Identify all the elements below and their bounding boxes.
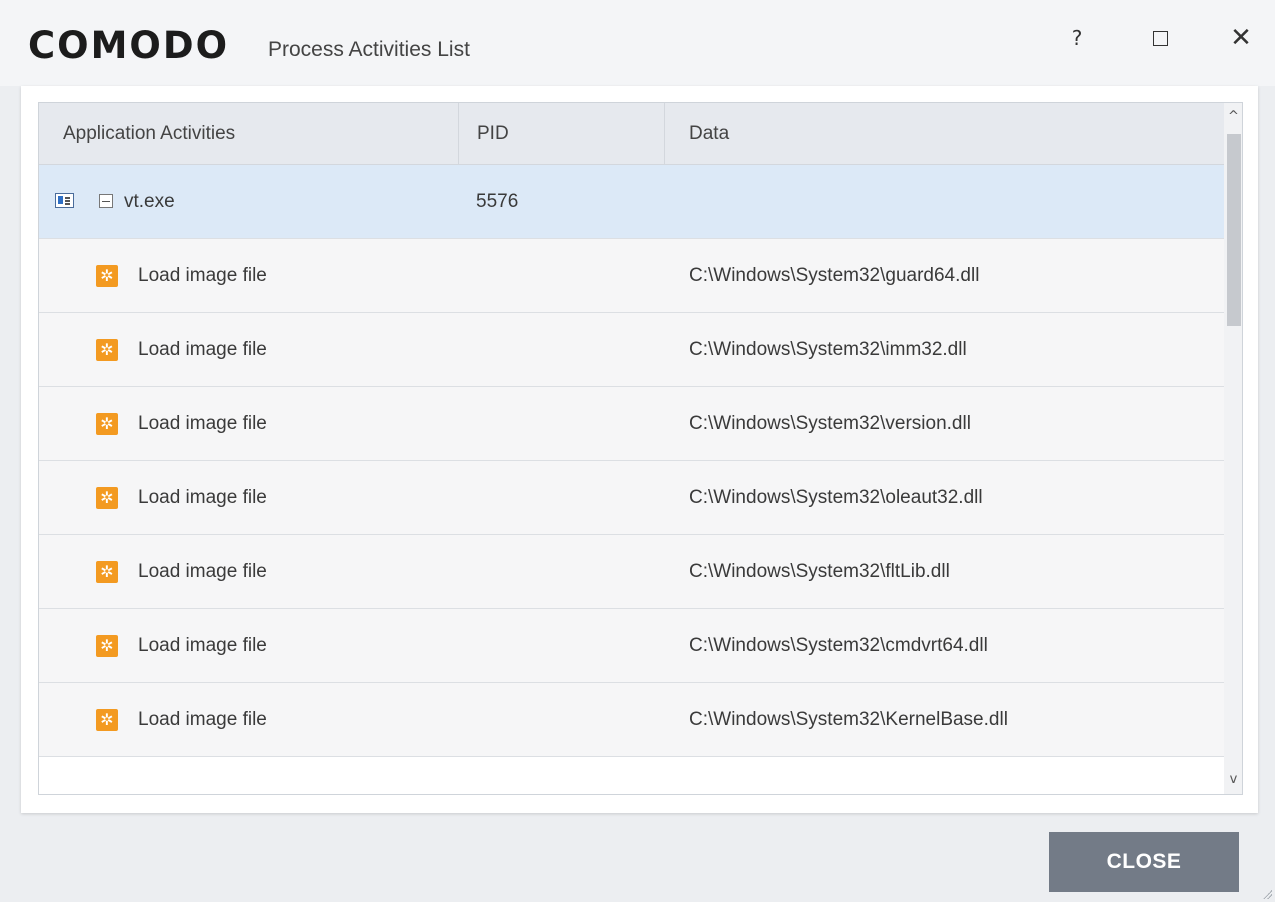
close-button[interactable]: CLOSE (1049, 832, 1239, 892)
title-bar: COMODO Process Activities List ? ✕ (0, 0, 1275, 86)
activity-label: Load image file (138, 413, 267, 434)
scroll-down-arrow-icon[interactable]: v (1224, 766, 1242, 794)
orange-gear-icon: ✲ (96, 339, 118, 361)
column-header-pid[interactable]: PID (458, 103, 683, 164)
activity-label: Load image file (138, 487, 267, 508)
table-row[interactable]: ✲ Load image file C:\Windows\System32\cm… (39, 609, 1224, 683)
table-row-empty (39, 757, 1224, 794)
orange-gear-icon: ✲ (96, 635, 118, 657)
orange-gear-icon: ✲ (96, 413, 118, 435)
window-title: Process Activities List (268, 38, 470, 61)
activities-table: Application Activities PID Data vt.exe 5… (38, 102, 1243, 795)
table-row[interactable]: ✲ Load image file C:\Windows\System32\Ke… (39, 683, 1224, 757)
column-header-application-activities[interactable]: Application Activities (63, 103, 235, 164)
table-row[interactable]: ✲ Load image file C:\Windows\System32\fl… (39, 535, 1224, 609)
table-row-process[interactable]: vt.exe 5576 (39, 165, 1224, 239)
activity-data: C:\Windows\System32\oleaut32.dll (689, 487, 983, 508)
activity-label: Load image file (138, 561, 267, 582)
scroll-thumb[interactable] (1227, 134, 1241, 326)
scroll-up-arrow-icon[interactable]: ^ (1224, 103, 1242, 131)
activity-label: Load image file (138, 709, 267, 730)
activity-data: C:\Windows\System32\guard64.dll (689, 265, 980, 286)
activity-data: C:\Windows\System32\version.dll (689, 413, 971, 434)
help-button[interactable]: ? (1052, 20, 1102, 56)
orange-gear-icon: ✲ (96, 265, 118, 287)
activity-data: C:\Windows\System32\KernelBase.dll (689, 709, 1008, 730)
collapse-minus-icon[interactable] (99, 194, 113, 208)
orange-gear-icon: ✲ (96, 487, 118, 509)
orange-gear-icon: ✲ (96, 561, 118, 583)
process-name: vt.exe (124, 191, 175, 212)
activity-data: C:\Windows\System32\cmdvrt64.dll (689, 635, 988, 656)
table-row[interactable]: ✲ Load image file C:\Windows\System32\gu… (39, 239, 1224, 313)
content-panel: Application Activities PID Data vt.exe 5… (21, 86, 1258, 813)
maximize-button[interactable] (1135, 20, 1185, 56)
application-window-icon (55, 193, 74, 208)
comodo-logo: COMODO (28, 24, 230, 67)
activity-label: Load image file (138, 339, 267, 360)
process-pid: 5576 (476, 191, 519, 212)
maximize-icon (1152, 30, 1168, 46)
table-row[interactable]: ✲ Load image file C:\Windows\System32\ve… (39, 387, 1224, 461)
column-header-data[interactable]: Data (664, 103, 729, 164)
activity-data: C:\Windows\System32\fltLib.dll (689, 561, 950, 582)
table-header: Application Activities PID Data (39, 103, 1224, 165)
activity-data: C:\Windows\System32\imm32.dll (689, 339, 967, 360)
close-window-button[interactable]: ✕ (1216, 20, 1266, 56)
vertical-scrollbar[interactable]: ^ v (1224, 103, 1242, 794)
table-row[interactable]: ✲ Load image file C:\Windows\System32\ol… (39, 461, 1224, 535)
resize-grip-icon[interactable] (1262, 889, 1272, 899)
activity-label: Load image file (138, 635, 267, 656)
table-body: vt.exe 5576 ✲ Load image file C:\Windows… (39, 165, 1224, 794)
orange-gear-icon: ✲ (96, 709, 118, 731)
activity-label: Load image file (138, 265, 267, 286)
table-row[interactable]: ✲ Load image file C:\Windows\System32\im… (39, 313, 1224, 387)
